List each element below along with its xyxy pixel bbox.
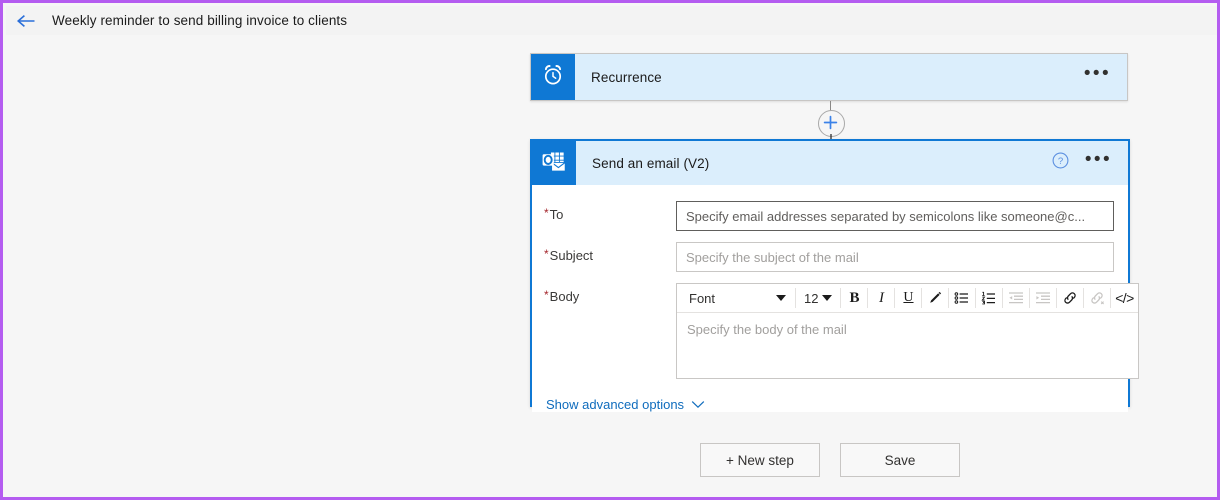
insert-step-button[interactable] <box>818 110 845 137</box>
toolbar-separator <box>1110 288 1111 308</box>
action-card-header-bar: Send an email (V2) ? ••• <box>576 141 1128 185</box>
label-body-text: Body <box>550 289 580 304</box>
back-arrow-icon <box>16 13 36 29</box>
power-automate-flow-designer: Weekly reminder to send billing invoice … <box>0 0 1220 500</box>
remove-link-icon <box>1085 286 1109 310</box>
action-more-menu-button[interactable]: ••• <box>1083 152 1114 174</box>
to-input[interactable] <box>676 201 1114 231</box>
toolbar-separator <box>921 288 922 308</box>
trigger-card-recurrence[interactable]: Recurrence ••• <box>530 53 1128 101</box>
svg-text:?: ? <box>1058 156 1063 167</box>
toolbar-separator <box>975 288 976 308</box>
alarm-clock-icon <box>541 63 565 92</box>
body-editor-area[interactable]: Specify the body of the mail <box>677 313 1138 378</box>
font-family-select[interactable]: Font <box>683 286 791 310</box>
toolbar-separator <box>795 288 796 308</box>
font-family-value: Font <box>689 291 715 306</box>
chevron-down-icon <box>822 295 832 301</box>
toolbar-separator <box>867 288 868 308</box>
bulleted-list-icon[interactable] <box>950 286 974 310</box>
required-asterisk: * <box>544 247 549 261</box>
toolbar-separator <box>1083 288 1084 308</box>
trigger-card-actions: ••• <box>1082 66 1113 88</box>
italic-icon[interactable]: I <box>869 286 893 310</box>
trigger-more-menu-button[interactable]: ••• <box>1082 66 1113 88</box>
code-view-icon[interactable]: </> <box>1112 286 1136 310</box>
subject-input[interactable] <box>676 242 1114 272</box>
field-row-subject: *Subject <box>544 242 1114 272</box>
recurrence-icon-tile <box>531 54 575 100</box>
action-card-actions: ? ••• <box>1052 152 1114 174</box>
outlook-icon <box>541 148 567 179</box>
code-view-glyph: </> <box>1115 290 1133 306</box>
outlook-icon-tile <box>532 141 576 185</box>
flow-title: Weekly reminder to send billing invoice … <box>52 13 347 28</box>
help-icon[interactable]: ? <box>1052 152 1069 174</box>
label-body: *Body <box>544 283 676 304</box>
bold-icon[interactable]: B <box>842 286 866 310</box>
save-button[interactable]: Save <box>840 443 960 477</box>
toolbar-separator <box>1056 288 1057 308</box>
app-header: Weekly reminder to send billing invoice … <box>6 6 1220 36</box>
required-asterisk: * <box>544 206 549 220</box>
editor-toolbar: Font 12 B <box>677 284 1138 313</box>
insert-link-icon[interactable] <box>1058 286 1082 310</box>
trigger-card-header: Recurrence ••• <box>575 54 1127 100</box>
font-size-value: 12 <box>804 291 818 306</box>
label-subject: *Subject <box>544 242 676 263</box>
toolbar-separator <box>1002 288 1003 308</box>
action-card-body: *To *Subject *Body <box>532 185 1128 412</box>
show-advanced-options-label: Show advanced options <box>546 397 684 412</box>
underline-icon[interactable]: U <box>896 286 920 310</box>
new-step-button[interactable]: + New step <box>700 443 820 477</box>
trigger-card-title: Recurrence <box>591 70 1082 85</box>
numbered-list-icon[interactable] <box>977 286 1001 310</box>
label-to-text: To <box>550 207 564 222</box>
toolbar-separator <box>894 288 895 308</box>
increase-indent-icon <box>1031 286 1055 310</box>
decrease-indent-icon <box>1004 286 1028 310</box>
flow-canvas: Recurrence ••• <box>6 35 1220 497</box>
required-asterisk: * <box>544 288 549 302</box>
action-card-title: Send an email (V2) <box>592 156 1052 171</box>
toolbar-separator <box>948 288 949 308</box>
font-size-select[interactable]: 12 <box>799 286 837 310</box>
rich-text-editor: Font 12 B <box>676 283 1139 379</box>
chevron-down-icon <box>691 397 705 412</box>
field-col-to <box>676 201 1114 231</box>
label-to: *To <box>544 201 676 222</box>
field-col-subject <box>676 242 1114 272</box>
text-highlight-pen-icon[interactable] <box>923 286 947 310</box>
field-row-body: *Body Font 12 <box>544 283 1114 379</box>
action-card-header: Send an email (V2) ? ••• <box>532 141 1128 185</box>
toolbar-separator <box>840 288 841 308</box>
toolbar-separator <box>1029 288 1030 308</box>
footer-buttons: + New step Save <box>700 443 960 477</box>
label-subject-text: Subject <box>550 248 593 263</box>
back-button[interactable] <box>6 7 46 35</box>
action-card-send-email[interactable]: Send an email (V2) ? ••• <box>530 139 1130 407</box>
show-advanced-options-link[interactable]: Show advanced options <box>546 397 705 412</box>
field-col-body: Font 12 B <box>676 283 1139 379</box>
field-row-to: *To <box>544 201 1114 231</box>
chevron-down-icon <box>776 295 786 301</box>
